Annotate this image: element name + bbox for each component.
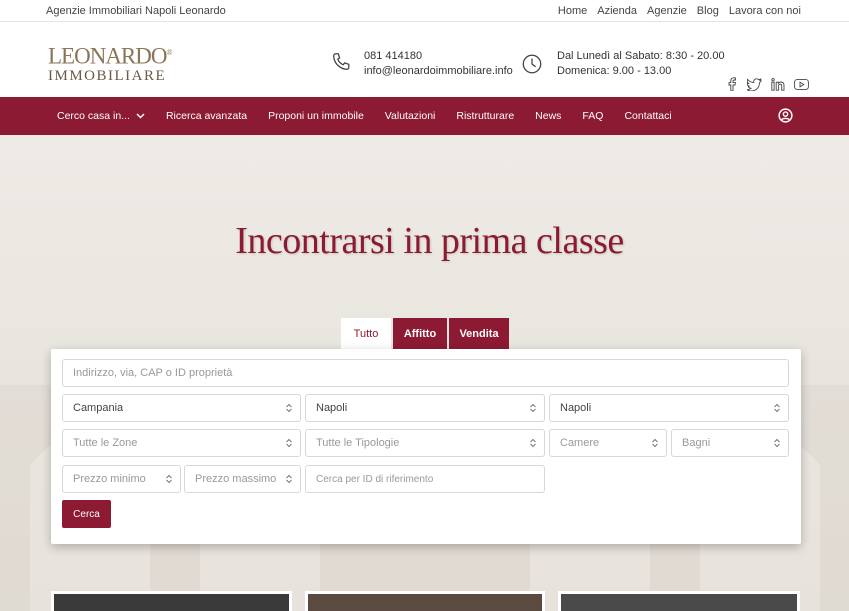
- tagline: Agenzie Immobiliari Napoli Leonardo: [46, 4, 226, 17]
- zones-value: Tutte le Zone: [73, 437, 138, 449]
- city-select[interactable]: Napoli: [549, 394, 789, 422]
- listing-card-image[interactable]: [305, 591, 545, 611]
- select-arrows-icon: [774, 403, 780, 413]
- select-arrows-icon: [286, 474, 292, 484]
- search-panel: Indirizzo, via, CAP o ID proprietà Campa…: [51, 349, 801, 544]
- tab-tutto[interactable]: Tutto: [341, 318, 391, 349]
- region-select[interactable]: Campania: [62, 394, 301, 422]
- nav-item-valutazioni[interactable]: Valutazioni: [385, 110, 436, 122]
- nav-item-cerco-casa[interactable]: Cerco casa in...: [57, 110, 145, 122]
- region-value: Campania: [73, 402, 124, 414]
- hero: Incontrarsi in prima classe Tutto Affitt…: [0, 135, 849, 611]
- select-arrows-icon: [530, 438, 536, 448]
- province-value: Napoli: [316, 402, 348, 414]
- select-arrows-icon: [652, 438, 658, 448]
- ref-id-input[interactable]: Cerca per ID di riferimento: [305, 465, 545, 493]
- select-arrows-icon: [286, 438, 292, 448]
- logo-line1: LEONARDO: [48, 43, 167, 69]
- opening-hours: Dal Lunedì al Sabato: 8:30 - 20.00 Domen…: [521, 49, 725, 79]
- search-button[interactable]: Cerca: [62, 500, 111, 528]
- top-link-lavora[interactable]: Lavora con noi: [729, 5, 801, 17]
- hero-headline: Incontrarsi in prima classe: [235, 220, 624, 262]
- linkedin-icon[interactable]: [771, 77, 785, 91]
- clock-icon: [522, 54, 542, 74]
- logo-mark: ®: [166, 48, 173, 57]
- province-select[interactable]: Napoli: [305, 394, 545, 422]
- baths-value: Bagni: [682, 437, 711, 449]
- logo[interactable]: LEONARDO® IMMOBILIARE: [48, 42, 173, 84]
- tab-affitto[interactable]: Affitto: [393, 318, 447, 349]
- top-link-azienda[interactable]: Azienda: [597, 5, 637, 17]
- nav-item-ristrutturare[interactable]: Ristrutturare: [456, 110, 514, 122]
- facebook-icon[interactable]: [726, 77, 738, 91]
- twitter-icon[interactable]: [747, 77, 762, 91]
- hours-sunday: Domenica: 9.00 - 13.00: [557, 65, 672, 77]
- search-tabs: Tutto Affitto Vendita: [341, 318, 509, 349]
- city-value: Napoli: [560, 402, 592, 414]
- chevron-down-icon: [136, 113, 145, 119]
- nav-item-faq[interactable]: FAQ: [582, 110, 603, 122]
- select-arrows-icon: [774, 438, 780, 448]
- nav-label-cerco-casa: Cerco casa in...: [57, 110, 130, 122]
- email-link[interactable]: info@leonardoimmobiliare.info: [364, 64, 513, 79]
- address-search-input[interactable]: Indirizzo, via, CAP o ID proprietà: [62, 359, 789, 387]
- types-select[interactable]: Tutte le Tipologie: [305, 429, 545, 457]
- rooms-select[interactable]: Camere: [549, 429, 667, 457]
- listing-card-image[interactable]: [51, 591, 292, 611]
- user-account-icon[interactable]: [778, 108, 793, 123]
- baths-select[interactable]: Bagni: [671, 429, 789, 457]
- tab-vendita[interactable]: Vendita: [449, 318, 509, 349]
- price-min-value: Prezzo minimo: [73, 473, 146, 485]
- select-arrows-icon: [166, 474, 172, 484]
- rooms-value: Camere: [560, 437, 600, 449]
- top-links: Home Azienda Agenzie Blog Lavora con noi: [558, 5, 801, 17]
- logo-line2: IMMOBILIARE: [48, 67, 167, 84]
- main-nav: Cerco casa in... Ricerca avanzata Propon…: [0, 97, 849, 135]
- header: LEONARDO® IMMOBILIARE 081 414180 info@le…: [0, 22, 849, 97]
- price-min-select[interactable]: Prezzo minimo: [62, 465, 181, 493]
- types-value: Tutte le Tipologie: [316, 437, 400, 449]
- top-link-agenzie[interactable]: Agenzie: [647, 5, 687, 17]
- nav-item-news[interactable]: News: [535, 110, 561, 122]
- listing-cards-preview: [0, 591, 849, 611]
- price-max-select[interactable]: Prezzo massimo: [184, 465, 301, 493]
- top-link-blog[interactable]: Blog: [697, 5, 719, 17]
- hours-weekdays: Dal Lunedì al Sabato: 8:30 - 20.00: [557, 50, 725, 62]
- contact-block: 081 414180 info@leonardoimmobiliare.info: [330, 49, 513, 79]
- select-arrows-icon: [286, 403, 292, 413]
- nav-item-ricerca-avanzata[interactable]: Ricerca avanzata: [166, 110, 247, 122]
- social-links: [726, 77, 809, 91]
- nav-item-proponi[interactable]: Proponi un immobile: [268, 110, 364, 122]
- top-bar: Agenzie Immobiliari Napoli Leonardo Home…: [0, 0, 849, 22]
- phone-icon: [333, 53, 350, 70]
- youtube-icon[interactable]: [794, 78, 809, 90]
- price-max-value: Prezzo massimo: [195, 473, 277, 485]
- zones-select[interactable]: Tutte le Zone: [62, 429, 301, 457]
- select-arrows-icon: [530, 403, 536, 413]
- listing-card-image[interactable]: [558, 591, 800, 611]
- top-link-home[interactable]: Home: [558, 5, 587, 17]
- phone-number[interactable]: 081 414180: [364, 49, 513, 64]
- nav-item-contattaci[interactable]: Contattaci: [624, 110, 671, 122]
